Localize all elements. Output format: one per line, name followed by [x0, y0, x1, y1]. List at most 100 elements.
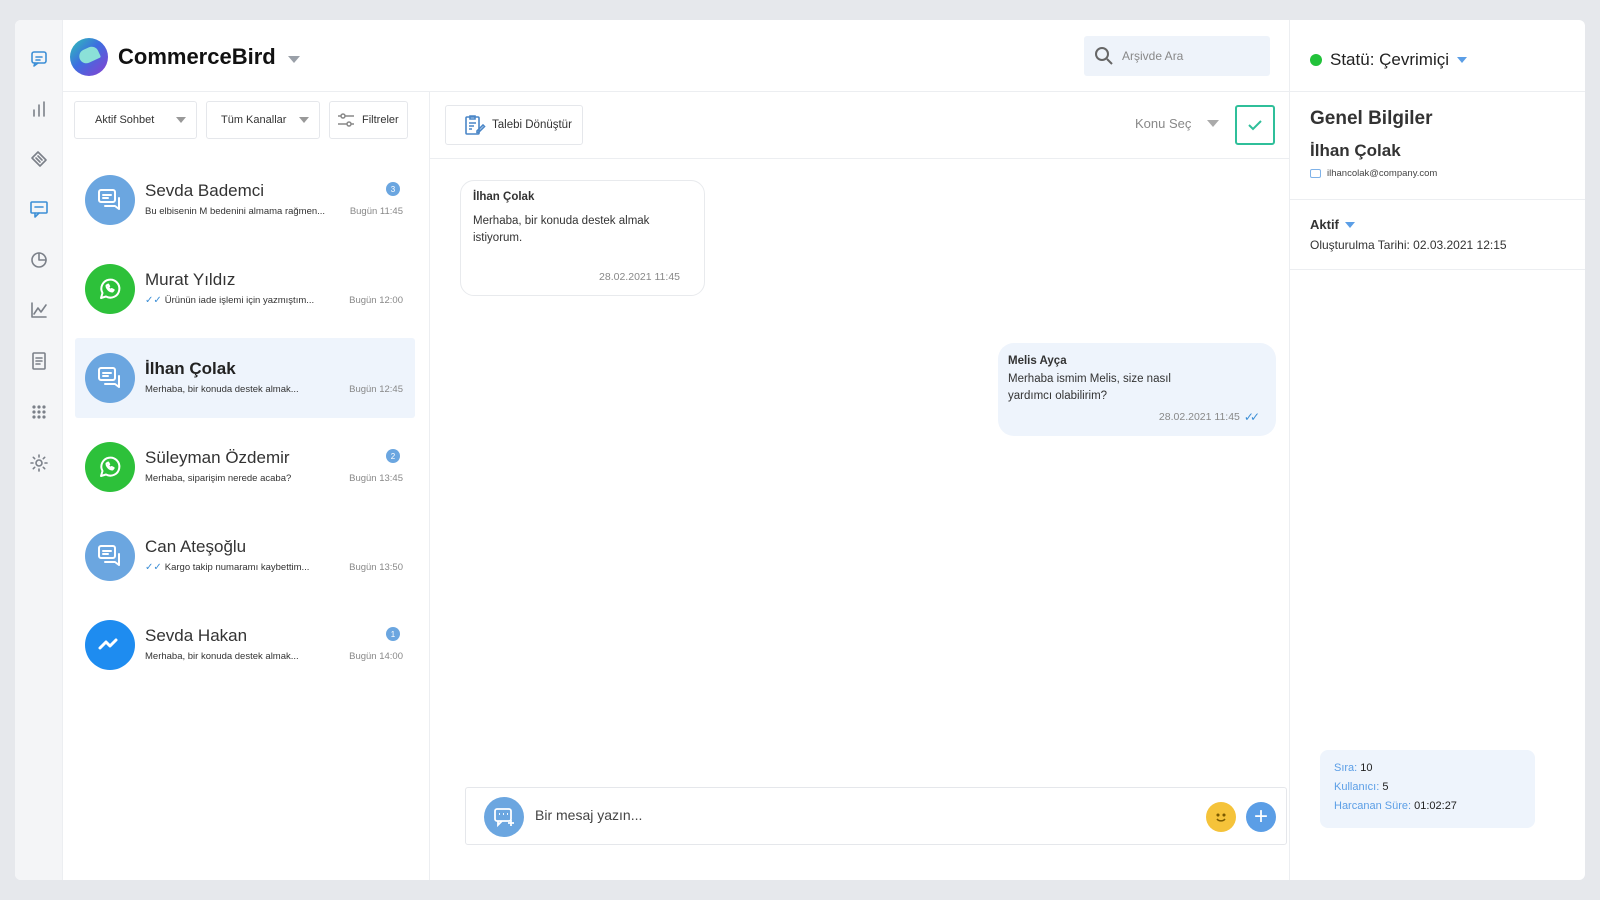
- created-date: Oluşturulma Tarihi: 02.03.2021 12:15: [1310, 238, 1507, 252]
- conversation-time: Bugün 13:45: [349, 473, 403, 484]
- toolbar-divider: [430, 158, 1289, 159]
- chat-channel-avatar: [85, 353, 135, 403]
- plus-icon[interactable]: +: [1246, 802, 1276, 832]
- panel-divider: [1290, 91, 1585, 92]
- list-item[interactable]: Sevda Hakan Merhaba, bir konuda destek a…: [75, 605, 415, 685]
- list-divider: [429, 91, 430, 880]
- state-dropdown[interactable]: Aktif: [1310, 217, 1355, 232]
- user-value: 5: [1382, 781, 1389, 793]
- list-item[interactable]: Can Ateşoğlu ✓✓ Kargo takip numaramı kayb…: [75, 516, 415, 596]
- active-chat-label: Aktif Sohbet: [95, 114, 155, 126]
- bar-chart-icon[interactable]: [27, 97, 51, 121]
- conversation-name: Süleyman Özdemir: [145, 448, 290, 467]
- quick-reply-icon[interactable]: [484, 797, 524, 837]
- message-sender: Melis Ayça: [1008, 355, 1067, 367]
- panel-title: Genel Bilgiler: [1310, 108, 1433, 129]
- brand-name: CommerceBird: [118, 44, 276, 69]
- conversation-preview-row: ✓✓ Kargo takip numaramı kaybettim...: [145, 562, 335, 573]
- messenger-channel-avatar: [85, 620, 135, 670]
- customer-email[interactable]: ilhancolak@company.com: [1327, 168, 1437, 179]
- message-input[interactable]: [535, 807, 1135, 823]
- conversation-time: Bugün 13:50: [349, 562, 403, 573]
- pie-chart-icon[interactable]: [27, 248, 51, 272]
- message-time: 28.02.2021 11:45: [1158, 411, 1240, 423]
- unread-badge: 3: [386, 182, 400, 196]
- unread-badge: 1: [386, 627, 400, 641]
- chat-icon[interactable]: [27, 47, 51, 71]
- archive-search[interactable]: [1084, 36, 1270, 76]
- chevron-down-icon: [1344, 221, 1355, 228]
- whatsapp-icon: [100, 456, 121, 477]
- chat-icon: [98, 545, 120, 566]
- message-time: 28.02.2021 11:45: [599, 271, 680, 283]
- filters-button[interactable]: Filtreler: [329, 101, 408, 139]
- chevron-down-icon: [1207, 120, 1220, 127]
- list-item[interactable]: Sevda Bademci Bu elbisenin M bedenini al…: [75, 160, 415, 240]
- message-text: Merhaba ismim Melis, size nasıl yardımcı…: [1008, 373, 1171, 402]
- filters-label: Filtreler: [362, 114, 399, 126]
- line-chart-icon[interactable]: [27, 298, 51, 322]
- conversation-time: Bugün 11:45: [349, 206, 403, 217]
- conversation-name: İlhan Çolak: [145, 359, 236, 378]
- ticket-icon[interactable]: [27, 147, 51, 171]
- queue-label: Sıra:: [1334, 762, 1358, 774]
- time-spent-label: Harcanan Süre:: [1334, 800, 1412, 812]
- double-check-icon: ✓✓: [1243, 410, 1260, 424]
- incoming-message: İlhan Çolak Merhaba, bir konuda destek a…: [460, 180, 705, 296]
- messenger-icon: [98, 638, 118, 650]
- message-icon[interactable]: [27, 197, 51, 221]
- brand-header[interactable]: CommerceBird: [70, 38, 300, 76]
- active-chat-dropdown[interactable]: Aktif Sohbet: [74, 101, 197, 139]
- status-selector[interactable]: Statü: Çevrimiçi: [1310, 50, 1468, 70]
- chevron-down-icon: [1457, 57, 1468, 63]
- channels-dropdown[interactable]: Tüm Kanallar: [206, 101, 320, 139]
- conversation-name: Can Ateşoğlu: [145, 537, 247, 556]
- conversation-preview: Merhaba, bir konuda destek almak...: [145, 384, 299, 395]
- emoji-icon[interactable]: [1206, 802, 1236, 832]
- whatsapp-icon: [100, 278, 121, 299]
- unread-badge: 2: [386, 449, 400, 463]
- conversation-list: Sevda Bademci Bu elbisenin M bedenini al…: [75, 160, 415, 694]
- mail-icon: [1310, 169, 1321, 178]
- chat-toolbar: Talebi Dönüştür: [445, 105, 583, 145]
- document-icon[interactable]: [27, 349, 51, 373]
- panel-divider: [1290, 269, 1585, 270]
- chevron-down-icon[interactable]: [287, 55, 300, 63]
- user-label: Kullanıcı:: [1334, 781, 1380, 793]
- state-label: Aktif: [1310, 217, 1339, 232]
- convert-request-label: Talebi Dönüştür: [492, 119, 572, 131]
- topic-label: Konu Seç: [1135, 116, 1192, 131]
- message-time-row: 28.02.2021 11:45 ✓✓: [1158, 410, 1260, 424]
- double-check-icon: ✓✓: [145, 295, 162, 306]
- topic-select[interactable]: Konu Seç: [1135, 116, 1220, 131]
- list-item-selected[interactable]: İlhan Çolak Merhaba, bir konuda destek a…: [75, 338, 415, 418]
- brand-logo: [70, 38, 108, 76]
- queue-stats: Sıra: 10 Kullanıcı: 5 Harcanan Süre: 01:…: [1320, 750, 1535, 828]
- conversation-preview: Ürünün iade işlemi için yazmıştım...: [164, 295, 315, 306]
- gear-icon[interactable]: [27, 451, 51, 475]
- queue-value: 10: [1360, 762, 1373, 774]
- list-item[interactable]: Murat Yıldız ✓✓ Ürünün iade işlemi için y…: [75, 249, 415, 329]
- double-check-icon: ✓✓: [145, 562, 162, 573]
- conversation-name: Sevda Bademci: [145, 181, 265, 200]
- panel-divider: [1290, 199, 1585, 200]
- message-sender: İlhan Çolak: [473, 191, 535, 203]
- status-label: Statü: Çevrimiçi: [1330, 50, 1450, 69]
- chat-channel-avatar: [85, 531, 135, 581]
- conversation-preview: Bu elbisenin M bedenini almama rağmen...: [145, 206, 326, 217]
- online-status-dot: [1310, 54, 1322, 66]
- time-spent-value: 01:02:27: [1414, 800, 1457, 812]
- customer-email-row: ilhancolak@company.com: [1310, 168, 1437, 179]
- chat-icon: [98, 367, 120, 388]
- list-item[interactable]: Süleyman Özdemir Merhaba, siparişim nere…: [75, 427, 415, 507]
- chat-icon: [98, 189, 120, 210]
- resolve-button[interactable]: [1235, 105, 1275, 145]
- convert-request-button[interactable]: Talebi Dönüştür: [445, 105, 583, 145]
- check-icon: [1248, 120, 1262, 131]
- outgoing-message: Melis Ayça Merhaba ismim Melis, size nas…: [998, 343, 1276, 436]
- search-input[interactable]: [1122, 49, 1262, 63]
- channels-label: Tüm Kanallar: [221, 114, 287, 126]
- conversation-preview: Kargo takip numaramı kaybettim...: [164, 562, 310, 573]
- whatsapp-channel-avatar: [85, 264, 135, 314]
- apps-grid-icon[interactable]: [27, 400, 51, 424]
